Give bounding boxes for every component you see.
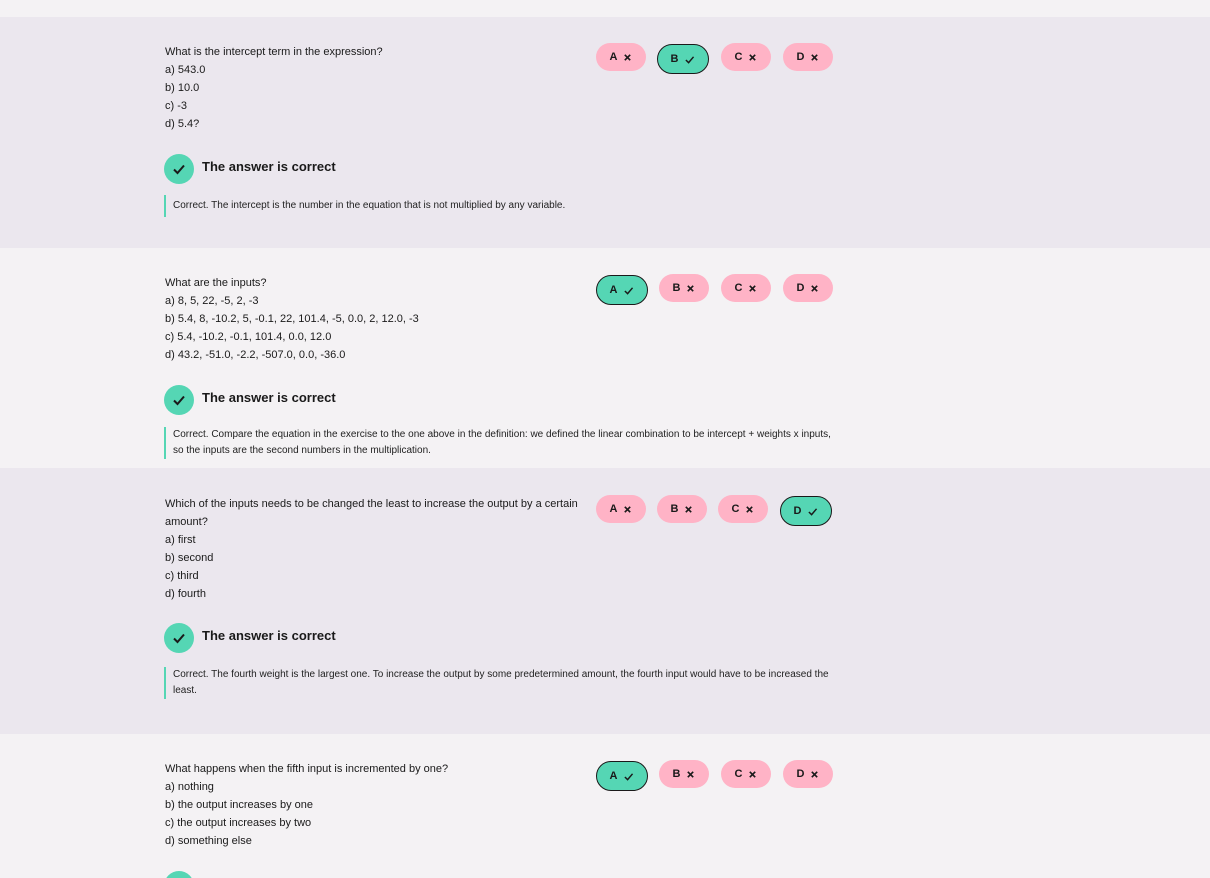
option-b: b) 5.4, 8, -10.2, 5, -0.1, 22, 101.4, -5…: [165, 313, 419, 325]
check-circle-icon: [164, 385, 194, 415]
question-text: What are the inputs?: [165, 277, 267, 289]
check-icon: [685, 55, 695, 64]
explanation: Correct. Compare the equation in the exe…: [164, 427, 832, 459]
question-text: What is the intercept term in the expres…: [165, 46, 383, 58]
x-icon: [746, 505, 754, 513]
choice-label: B: [670, 53, 679, 65]
x-icon: [624, 505, 632, 513]
option-c: c) the output increases by two: [165, 817, 312, 829]
x-icon: [687, 284, 695, 292]
option-a: a) first: [165, 534, 196, 546]
option-a: a) 8, 5, 22, -5, 2, -3: [165, 295, 259, 307]
choice-b-button[interactable]: B: [657, 44, 709, 74]
choice-label: C: [731, 503, 740, 515]
check-icon: [624, 772, 634, 781]
option-a: a) 543.0: [165, 64, 206, 76]
choice-d-button[interactable]: D: [780, 496, 832, 526]
result-title: The answer is correct: [202, 389, 336, 405]
question-card-4: What happens when the fifth input is inc…: [0, 734, 1210, 878]
result-banner: The answer is correct: [164, 385, 336, 415]
question-4: What happens when the fifth input is inc…: [165, 760, 585, 850]
choice-c-button[interactable]: C: [721, 760, 771, 788]
result-title: The answer is correct: [202, 627, 336, 643]
choice-label: D: [796, 282, 805, 294]
option-c: c) third: [165, 570, 199, 582]
option-a: a) nothing: [165, 781, 214, 793]
explanation: Correct. The fourth weight is the larges…: [164, 667, 832, 699]
question-2: What are the inputs? a) 8, 5, 22, -5, 2,…: [165, 274, 585, 364]
choice-label: A: [609, 770, 618, 782]
check-icon: [624, 286, 634, 295]
x-icon: [749, 770, 757, 778]
check-circle-icon: [164, 154, 194, 184]
question-card-3: Which of the inputs needs to be changed …: [0, 468, 1210, 734]
question-text: What happens when the fifth input is inc…: [165, 763, 449, 775]
question-card-1: What is the intercept term in the expres…: [0, 17, 1210, 248]
choice-label: A: [609, 503, 618, 515]
question-text: Which of the inputs needs to be changed …: [165, 498, 578, 528]
choice-label: A: [609, 284, 618, 296]
x-icon: [624, 53, 632, 61]
choice-label: D: [796, 768, 805, 780]
choice-a-button[interactable]: A: [596, 275, 648, 305]
choice-b-button[interactable]: B: [659, 760, 709, 788]
question-card-2: What are the inputs? a) 8, 5, 22, -5, 2,…: [0, 248, 1210, 468]
check-circle-icon: [164, 871, 194, 878]
option-b: b) the output increases by one: [165, 799, 313, 811]
choice-label: C: [734, 768, 743, 780]
x-icon: [749, 53, 757, 61]
result-title: The answer is correct: [202, 158, 336, 174]
choice-c-button[interactable]: C: [721, 274, 771, 302]
explanation: Correct. The intercept is the number in …: [164, 195, 832, 217]
check-circle-icon: [164, 623, 194, 653]
option-d: d) 5.4?: [165, 118, 200, 130]
result-banner: [164, 871, 194, 878]
option-c: c) 5.4, -10.2, -0.1, 101.4, 0.0, 12.0: [165, 331, 332, 343]
choice-b-button[interactable]: B: [657, 495, 707, 523]
result-banner: The answer is correct: [164, 154, 336, 184]
choice-a-button[interactable]: A: [596, 43, 646, 71]
x-icon: [811, 284, 819, 292]
option-d: d) fourth: [165, 588, 206, 600]
choice-label: B: [672, 768, 681, 780]
option-b: b) 10.0: [165, 82, 200, 94]
choice-a-button[interactable]: A: [596, 761, 648, 791]
choice-c-button[interactable]: C: [718, 495, 768, 523]
option-b: b) second: [165, 552, 214, 564]
question-3: Which of the inputs needs to be changed …: [165, 495, 585, 603]
x-icon: [811, 53, 819, 61]
choice-d-button[interactable]: D: [783, 760, 833, 788]
choice-label: A: [609, 51, 618, 63]
result-banner: The answer is correct: [164, 623, 336, 653]
choice-label: B: [672, 282, 681, 294]
choice-label: C: [734, 51, 743, 63]
x-icon: [749, 284, 757, 292]
check-icon: [808, 507, 818, 516]
choice-c-button[interactable]: C: [721, 43, 771, 71]
option-d: d) 43.2, -51.0, -2.2, -507.0, 0.0, -36.0: [165, 349, 346, 361]
x-icon: [811, 770, 819, 778]
choice-label: D: [796, 51, 805, 63]
x-icon: [687, 770, 695, 778]
choice-d-button[interactable]: D: [783, 43, 833, 71]
choice-a-button[interactable]: A: [596, 495, 646, 523]
choice-label: B: [670, 503, 679, 515]
choice-label: C: [734, 282, 743, 294]
choice-d-button[interactable]: D: [783, 274, 833, 302]
choice-label: D: [793, 505, 802, 517]
question-1: What is the intercept term in the expres…: [165, 43, 585, 133]
x-icon: [685, 505, 693, 513]
option-d: d) something else: [165, 835, 252, 847]
option-c: c) -3: [165, 100, 187, 112]
choice-b-button[interactable]: B: [659, 274, 709, 302]
